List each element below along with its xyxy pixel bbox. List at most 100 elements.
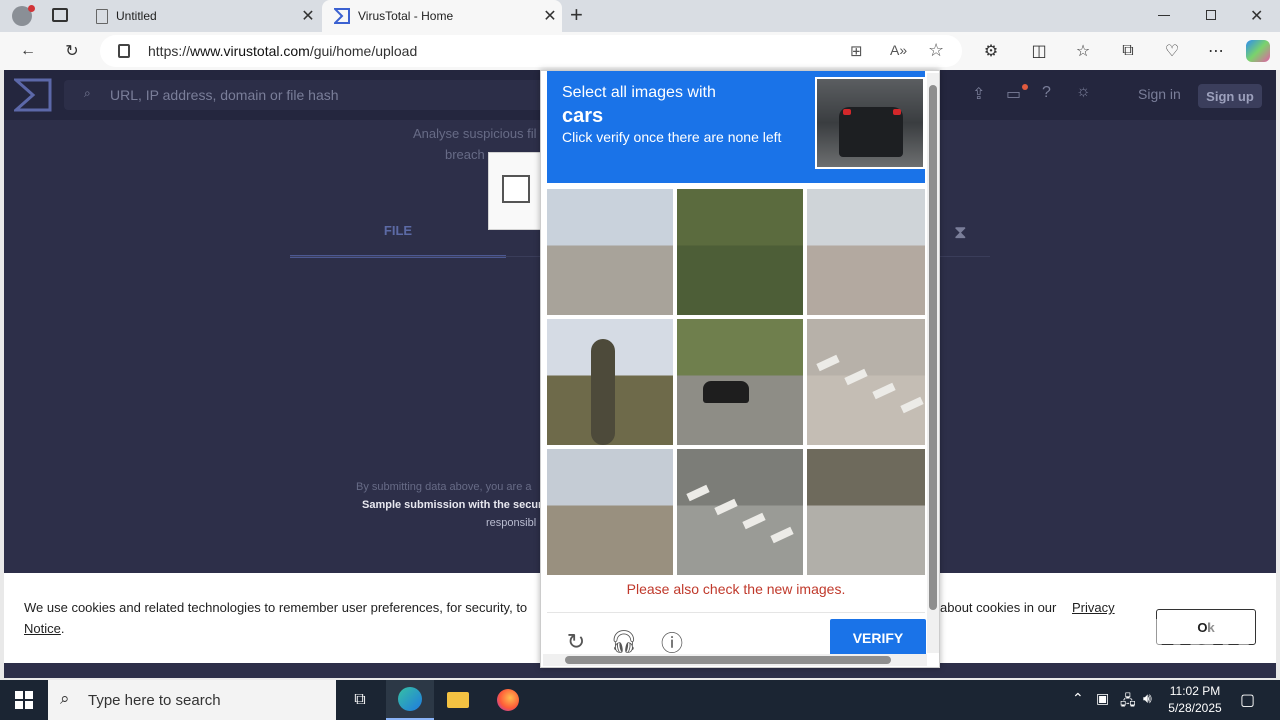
virustotal-favicon-icon (334, 8, 350, 24)
tile-bridge[interactable] (807, 189, 925, 315)
close-tab-icon[interactable]: ✕ (296, 6, 320, 26)
app-available-icon[interactable]: ⊞ (850, 42, 863, 60)
watermark-logo: ANY RUN (1040, 610, 1254, 660)
read-aloud-icon[interactable]: A» (890, 42, 907, 58)
cookie-text-start: We use cookies and related technologies … (24, 600, 528, 615)
tile-grass-noise[interactable] (677, 189, 803, 315)
upload-icon[interactable]: ⇪ (972, 84, 985, 104)
info-icon[interactable]: ⓘ (659, 629, 685, 656)
sign-up-button[interactable]: Sign up (1198, 84, 1262, 108)
car-taillight (893, 109, 901, 115)
help-icon[interactable]: ? (1042, 84, 1051, 102)
scroll-thumb[interactable] (929, 85, 937, 610)
close-window-button[interactable]: ✕ (1250, 6, 1263, 26)
url-prefix: https:// (148, 43, 191, 59)
road-marking (770, 526, 794, 544)
volume-icon[interactable]: 🔊︎ (1143, 690, 1152, 707)
tile-palm-tree[interactable] (547, 319, 673, 445)
tab-title: Untitled (116, 9, 157, 23)
search-tab-icon[interactable]: ⧗ (954, 222, 967, 243)
tab-title: VirusTotal - Home (358, 9, 454, 23)
page-icon (96, 8, 108, 24)
taskbar: ⌕ Type here to search ⧉ ⌃ ▣ 🖧︎ 🔊︎ 11:02 … (0, 680, 1280, 720)
theme-toggle-icon[interactable]: ☼ (1076, 83, 1091, 101)
road-marking (714, 498, 738, 516)
notifications-icon[interactable]: ▢ (1240, 690, 1255, 710)
disclaimer-line-2: Sample submission with the secur (362, 499, 543, 511)
taskbar-search[interactable]: ⌕ Type here to search (48, 680, 336, 720)
road-marking (742, 512, 766, 530)
more-menu-icon[interactable]: ⋯ (1205, 40, 1227, 62)
split-screen-icon[interactable]: ◫ (1028, 40, 1050, 62)
tray-app-icon[interactable]: ▣ (1096, 690, 1109, 707)
browser-essentials-icon[interactable]: ♡ (1161, 40, 1183, 62)
car-in-tile (703, 381, 749, 403)
road-marking (844, 368, 868, 386)
windows-icon (15, 691, 33, 709)
tab-virustotal[interactable]: VirusTotal - Home ✕ (322, 0, 562, 32)
tile-palms-road[interactable] (547, 189, 673, 315)
tile-car-road[interactable] (677, 319, 803, 445)
tab-file[interactable]: FILE (290, 220, 506, 258)
verify-button[interactable]: VERIFY (830, 619, 926, 657)
audio-icon[interactable]: 🎧︎ (610, 629, 638, 655)
notice-link[interactable]: Notice (24, 621, 61, 636)
firefox-logo (497, 689, 519, 711)
tile-highway[interactable] (547, 449, 673, 575)
road-marking (816, 354, 840, 372)
disclaimer-line-3: responsibl (486, 517, 537, 529)
captcha-error-message: Please also check the new images. (626, 581, 846, 597)
scroll-thumb[interactable] (565, 656, 891, 664)
restore-button[interactable] (1206, 10, 1216, 20)
chat-notification-dot (1022, 84, 1028, 90)
clock-time: 11:02 PM (1169, 684, 1221, 698)
vt-search-placeholder: URL, IP address, domain or file hash (110, 87, 339, 103)
firefox-icon[interactable] (484, 680, 532, 720)
close-tab-icon[interactable]: ✕ (538, 6, 562, 26)
search-icon: ⌕ (84, 86, 91, 100)
taskbar-search-placeholder: Type here to search (88, 691, 221, 709)
extensions-icon[interactable]: ⚙ (980, 40, 1002, 62)
task-view-icon[interactable]: ⧉ (336, 680, 384, 720)
captcha-checkbox[interactable] (502, 175, 530, 203)
copilot-icon[interactable] (1246, 40, 1270, 62)
taskbar-clock[interactable]: 11:02 PM 5/28/2025 (1160, 683, 1230, 717)
tile-road-lines[interactable] (807, 319, 925, 445)
captcha-instruction: Select all images with (562, 84, 716, 101)
watermark-text: ANY RUN (1040, 610, 1254, 659)
new-tab-button[interactable]: + (570, 2, 583, 28)
tray-chevron-icon[interactable]: ⌃ (1072, 690, 1084, 707)
tab-actions-icon[interactable] (52, 8, 68, 22)
chat-icon[interactable]: ▭ (1006, 84, 1021, 104)
edge-icon[interactable] (386, 680, 434, 720)
back-icon[interactable]: ← (17, 40, 39, 62)
sign-in-link[interactable]: Sign in (1138, 86, 1181, 102)
minimize-button[interactable] (1158, 15, 1170, 16)
network-icon[interactable]: 🖧︎ (1120, 690, 1136, 714)
reload-icon[interactable]: ↻ (563, 629, 589, 655)
tab-untitled[interactable]: Untitled ✕ (84, 0, 320, 32)
captcha-horizontal-scrollbar[interactable] (543, 654, 927, 666)
favorites-icon[interactable]: ☆ (1072, 40, 1094, 62)
vt-tagline-2: breach (445, 147, 485, 162)
tile-sidewalk[interactable] (807, 449, 925, 575)
captcha-example-image (815, 77, 925, 169)
collections-icon[interactable]: ⧉ (1117, 40, 1139, 62)
folder-shape (447, 692, 469, 708)
file-explorer-icon[interactable] (434, 680, 482, 720)
clock-date: 5/28/2025 (1168, 701, 1222, 715)
favorite-star-icon[interactable]: ☆ (928, 40, 944, 61)
tab-file-label: FILE (383, 223, 413, 238)
browser-navbar: ← ↻ https://www.virustotal.com/gui/home/… (0, 32, 1280, 70)
captcha-vertical-scrollbar[interactable] (927, 73, 939, 653)
refresh-icon[interactable]: ↻ (61, 40, 83, 62)
address-bar[interactable]: https://www.virustotal.com/gui/home/uplo… (100, 35, 962, 67)
captcha-footer: ↻ 🎧︎ ⓘ VERIFY (547, 612, 926, 657)
start-button[interactable] (0, 680, 48, 720)
virustotal-logo-icon[interactable] (14, 78, 52, 112)
road-marking (900, 396, 924, 414)
captcha-challenge: Select all images with cars Click verify… (540, 70, 940, 668)
tile-crosswalk[interactable] (677, 449, 803, 575)
road-marking (872, 382, 896, 400)
browser-titlebar: Untitled ✕ VirusTotal - Home ✕ + ✕ (0, 0, 1280, 32)
